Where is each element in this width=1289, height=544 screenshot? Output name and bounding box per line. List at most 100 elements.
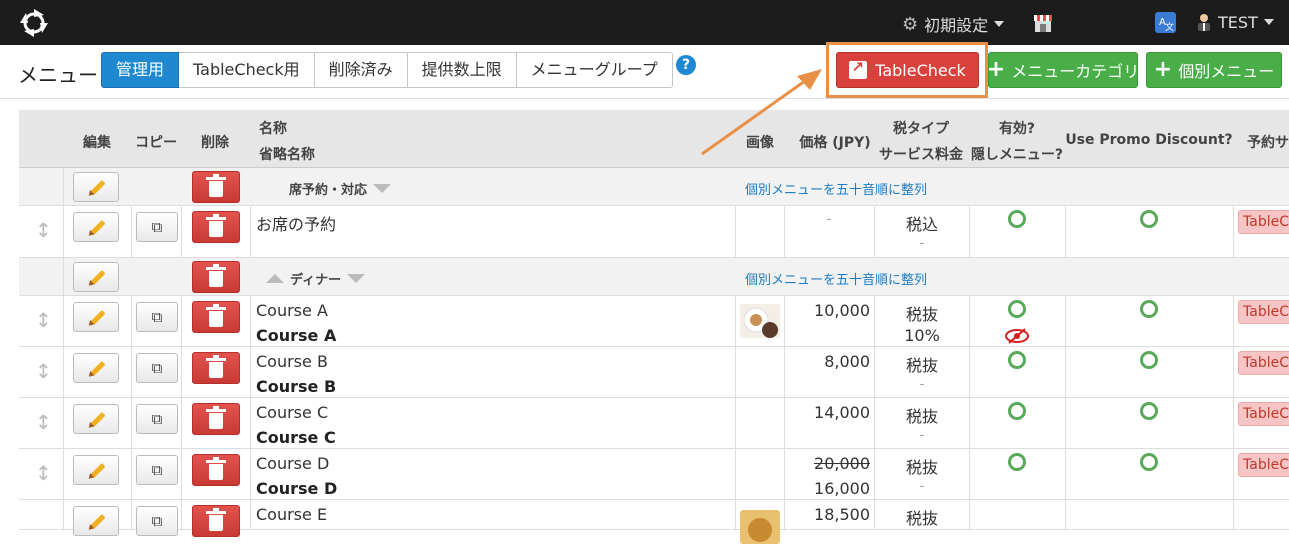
tab-management[interactable]: 管理用 — [101, 52, 180, 88]
menu-original-price: 20,000 — [814, 454, 870, 473]
edit-button[interactable] — [73, 302, 119, 332]
page-title: メニュー — [18, 63, 98, 87]
service-fee: - — [919, 428, 925, 443]
tax-type: 税抜 — [905, 305, 938, 324]
tax-type: 税抜 — [905, 509, 938, 528]
pencil-icon — [87, 268, 105, 286]
move-icon[interactable]: ↕ — [35, 359, 52, 383]
table-row: ↕ ⧉ Course A Course A 10,000 税抜 10% Tabl… — [19, 296, 1289, 347]
settings-menu[interactable]: ⚙ 初期設定 — [902, 12, 1005, 36]
sort-down-icon[interactable] — [373, 184, 392, 193]
chevron-down-icon — [994, 21, 1005, 27]
settings-label: 初期設定 — [924, 16, 989, 35]
food-thumbnail[interactable] — [740, 510, 780, 544]
edit-button[interactable] — [73, 506, 119, 536]
menu-category-label: メニューカテゴリ — [1011, 62, 1140, 81]
delete-button[interactable] — [192, 454, 240, 486]
reservation-badge: TableCh — [1238, 300, 1289, 324]
user-menu[interactable]: TEST — [1196, 12, 1274, 32]
circle-check-icon — [1008, 351, 1026, 369]
circle-check-icon — [1140, 402, 1158, 420]
edit-button[interactable] — [73, 212, 119, 242]
menu-name: Course A — [256, 301, 328, 320]
category-title: ディナー — [266, 269, 366, 288]
tab-tablecheck[interactable]: TableCheck用 — [179, 52, 315, 88]
circle-check-icon — [1008, 210, 1026, 228]
reservation-badge: TableCh — [1238, 210, 1289, 234]
copy-icon: ⧉ — [151, 410, 163, 428]
pencil-icon — [87, 218, 105, 236]
delete-button[interactable] — [192, 403, 240, 435]
edit-button[interactable] — [73, 404, 119, 434]
sort-up-icon[interactable] — [266, 274, 284, 283]
menu-price: 10,000 — [814, 301, 870, 320]
tab-menu-group[interactable]: メニューグループ — [516, 52, 673, 88]
sort-alphabetical-link[interactable]: 個別メニューを五十音順に整列 — [745, 179, 927, 198]
table-row: ↕ ⧉ Course C Course C 14,000 税抜 - TableC… — [19, 398, 1289, 449]
menu-name: Course D — [256, 454, 330, 473]
delete-button[interactable] — [192, 301, 240, 333]
header-enabled: 有効? — [998, 121, 1036, 137]
external-link-icon — [849, 58, 868, 79]
copy-button[interactable]: ⧉ — [136, 212, 178, 242]
menu-name: Course B — [256, 352, 328, 371]
copy-button[interactable]: ⧉ — [136, 353, 178, 383]
delete-button[interactable] — [192, 352, 240, 384]
reservation-badge: TableCh — [1238, 402, 1289, 426]
food-thumbnail[interactable] — [740, 304, 780, 338]
service-fee: - — [919, 479, 925, 494]
header-promo: Use Promo Discount? — [1065, 132, 1233, 148]
sort-down-icon[interactable] — [347, 274, 366, 283]
header-edit: 編集 — [83, 135, 111, 151]
circle-check-icon — [1140, 453, 1158, 471]
service-fee: 10% — [904, 326, 940, 345]
edit-category-button[interactable] — [73, 172, 119, 202]
tab-limit[interactable]: 提供数上限 — [407, 52, 517, 88]
menu-price: 14,000 — [814, 403, 870, 422]
add-individual-menu-button[interactable]: + 個別メニュー — [1146, 52, 1282, 88]
delete-button[interactable] — [192, 505, 240, 537]
delete-button[interactable] — [192, 211, 240, 243]
service-fee: - — [919, 236, 925, 251]
pencil-icon — [87, 512, 105, 530]
copy-button[interactable]: ⧉ — [136, 302, 178, 332]
sort-alphabetical-link[interactable]: 個別メニューを五十音順に整列 — [745, 269, 927, 288]
user-icon — [1198, 14, 1210, 31]
help-icon[interactable]: ? — [676, 55, 696, 75]
header-image: 画像 — [746, 135, 774, 151]
move-icon[interactable]: ↕ — [35, 410, 52, 434]
plus-icon: + — [986, 57, 1006, 82]
circle-check-icon — [1008, 402, 1026, 420]
delete-category-button[interactable] — [192, 171, 240, 203]
store-icon[interactable] — [1032, 12, 1054, 34]
chevron-down-icon — [1263, 19, 1274, 25]
circle-check-icon — [1008, 453, 1026, 471]
tablecheck-button[interactable]: TableCheck — [836, 52, 979, 88]
header-tax-type: 税タイプ — [893, 121, 949, 137]
edit-category-button[interactable] — [73, 262, 119, 292]
translate-icon[interactable]: A 文 — [1155, 12, 1176, 33]
header-name: 名称 — [259, 121, 287, 137]
pencil-icon — [87, 308, 105, 326]
gear-icon: ⚙ — [902, 13, 919, 35]
delete-category-button[interactable] — [192, 261, 240, 293]
menu-tabs: 管理用 TableCheck用 削除済み 提供数上限 メニューグループ — [101, 52, 673, 88]
trash-icon — [206, 173, 226, 197]
move-icon[interactable]: ↕ — [35, 461, 52, 485]
trash-icon — [206, 263, 226, 287]
copy-button[interactable]: ⧉ — [136, 506, 178, 536]
add-menu-category-button[interactable]: + メニューカテゴリ — [986, 52, 1140, 88]
circle-check-icon — [1140, 300, 1158, 318]
header-copy: コピー — [135, 135, 177, 151]
tab-deleted[interactable]: 削除済み — [314, 52, 408, 88]
trash-icon — [206, 303, 226, 327]
pencil-icon — [87, 410, 105, 428]
move-icon[interactable]: ↕ — [35, 308, 52, 332]
logo-icon[interactable] — [18, 7, 50, 39]
copy-button[interactable]: ⧉ — [136, 404, 178, 434]
move-icon[interactable]: ↕ — [35, 218, 52, 242]
edit-button[interactable] — [73, 455, 119, 485]
tax-type: 税込 — [905, 215, 938, 234]
edit-button[interactable] — [73, 353, 119, 383]
copy-button[interactable]: ⧉ — [136, 455, 178, 485]
